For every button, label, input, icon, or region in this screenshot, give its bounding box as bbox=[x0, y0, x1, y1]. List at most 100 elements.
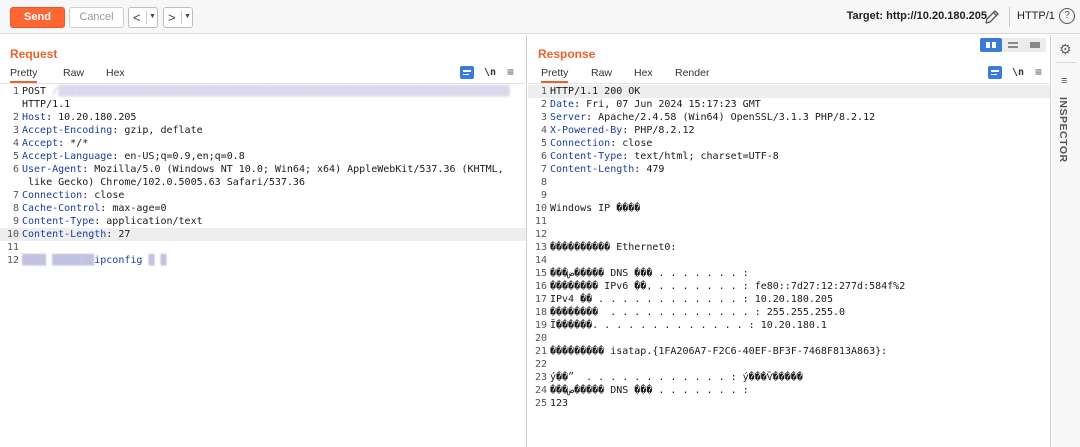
code-line[interactable]: HTTP/1.1 bbox=[0, 98, 526, 111]
code-line[interactable]: 19 Ĭ������. . . . . . . . . . . . . : 10.… bbox=[528, 319, 1050, 332]
line-segment: : max-age=0 bbox=[100, 203, 167, 214]
http-version-selector[interactable]: HTTP/1 bbox=[1017, 10, 1055, 22]
line-number: 9 bbox=[540, 190, 547, 201]
line-text: ���ض����� DNS ��� . . . . . . . : bbox=[550, 267, 749, 280]
newline-toggle-icon[interactable]: \n bbox=[1012, 66, 1026, 79]
code-line[interactable]: 11 bbox=[0, 241, 526, 254]
code-line[interactable]: 6 Content-Type: text/html; charset=UTF-8 bbox=[528, 150, 1050, 163]
code-line[interactable]: 8 Cache-Control: max-age=0 bbox=[0, 202, 526, 215]
code-line[interactable]: 20 bbox=[528, 332, 1050, 345]
message-actions-icon[interactable] bbox=[988, 66, 1002, 79]
line-segment: : close bbox=[610, 138, 653, 149]
code-line[interactable]: 23 ý��״ . . . . . . . . . . . . : ý���Ѷ��… bbox=[528, 371, 1050, 384]
layout-side-by-side-icon[interactable] bbox=[980, 38, 1002, 52]
code-line[interactable]: 16 �������� IPv6 ��ַ. . . . . . . . : fe8… bbox=[528, 280, 1050, 293]
code-line[interactable]: 9 bbox=[528, 189, 1050, 202]
line-number: 9 bbox=[12, 216, 19, 227]
line-segment: ý��״ . . . . . . . . . . . . : ý���Ѷ����… bbox=[550, 372, 803, 383]
help-icon[interactable]: ? bbox=[1059, 8, 1075, 24]
code-line[interactable]: 1 HTTP/1.1 200 OK bbox=[528, 85, 1050, 98]
line-number: 22 bbox=[534, 359, 547, 370]
line-segment: : text/html; charset=UTF-8 bbox=[622, 151, 779, 162]
code-line[interactable]: 6 User-Agent: Mozilla/5.0 (Windows NT 10.… bbox=[0, 163, 526, 176]
code-line[interactable]: 21 ��������� isatap.{1FA206A7-F2C6-40EF-B… bbox=[528, 345, 1050, 358]
code-line[interactable]: 12 ▒▒▒▒ ▒▒▒▒▒▒▒ipconfig ▒ ▒ bbox=[0, 254, 526, 267]
menu-icon[interactable]: ≡ bbox=[507, 66, 521, 79]
line-text: �������� IPv6 ��ַ. . . . . . . . : fe80:… bbox=[550, 280, 905, 293]
code-line[interactable]: 7 Connection: close bbox=[0, 189, 526, 202]
line-number: 6 bbox=[12, 164, 19, 175]
code-line[interactable]: 4 X-Powered-By: PHP/8.2.12 bbox=[528, 124, 1050, 137]
chevron-down-icon[interactable]: ▼ bbox=[184, 13, 191, 20]
header-key: Server bbox=[550, 112, 587, 123]
code-line[interactable]: 10 Windows IP ���� bbox=[528, 202, 1050, 215]
line-segment: : Apache/2.4.58 (Win64) OpenSSL/3.1.3 PH… bbox=[586, 112, 876, 123]
line-segment: ▒▒▒▒ ▒▒▒▒▒▒▒ bbox=[22, 255, 95, 266]
back-history-button[interactable]: < ▼ bbox=[128, 7, 158, 28]
tab-raw[interactable]: Raw bbox=[63, 67, 84, 79]
response-title: Response bbox=[538, 47, 596, 61]
tab-raw[interactable]: Raw bbox=[591, 67, 612, 79]
code-line[interactable]: 17 IPv4 �� . . . . . . . . . . . . : 10.2… bbox=[528, 293, 1050, 306]
code-line[interactable]: 25 123 bbox=[528, 397, 1050, 410]
code-line[interactable]: 14 bbox=[528, 254, 1050, 267]
layout-tabs-icon[interactable] bbox=[1024, 38, 1046, 52]
gear-icon[interactable]: ⚙ bbox=[1059, 41, 1072, 58]
code-line[interactable]: 22 bbox=[528, 358, 1050, 371]
line-segment: : close bbox=[82, 190, 125, 201]
code-line[interactable]: 10 Content-Length: 27 bbox=[0, 228, 526, 241]
tab-pretty[interactable]: Pretty bbox=[541, 67, 569, 83]
line-segment: : 27 bbox=[106, 229, 131, 240]
code-line[interactable]: 8 bbox=[528, 176, 1050, 189]
line-text: ���ض����� DNS ��� . . . . . . . : bbox=[550, 384, 749, 397]
code-line[interactable]: 12 bbox=[528, 228, 1050, 241]
code-line[interactable]: 5 Accept-Language: en-US;q=0.9,en;q=0.8 bbox=[0, 150, 526, 163]
code-line[interactable]: 15 ���ض����� DNS ��� . . . . . . . : bbox=[528, 267, 1050, 280]
response-editor[interactable]: 1 HTTP/1.1 200 OK 2 Date: Fri, 07 Jun 2024 … bbox=[528, 85, 1050, 447]
code-line[interactable]: 4 Accept: */* bbox=[0, 137, 526, 150]
line-text: like Gecko) Chrome/102.0.5005.63 Safari/… bbox=[22, 176, 305, 189]
tab-pretty[interactable]: Pretty bbox=[10, 67, 38, 83]
line-number: 11 bbox=[6, 242, 19, 253]
newline-toggle-icon[interactable]: \n bbox=[484, 66, 498, 79]
message-actions-icon[interactable] bbox=[460, 66, 474, 79]
menu-icon[interactable]: ≡ bbox=[1035, 66, 1049, 79]
line-number: 12 bbox=[6, 255, 19, 266]
header-key: Cache-Control bbox=[22, 203, 101, 214]
cancel-button[interactable]: Cancel bbox=[69, 7, 124, 28]
code-line[interactable]: 3 Accept-Encoding: gzip, deflate bbox=[0, 124, 526, 137]
code-line[interactable]: 24 ���ض����� DNS ��� . . . . . . . : bbox=[528, 384, 1050, 397]
layout-stacked-icon[interactable] bbox=[1002, 38, 1024, 52]
code-line[interactable]: like Gecko) Chrome/102.0.5005.63 Safari/… bbox=[0, 176, 526, 189]
layout-toggle bbox=[980, 38, 1046, 52]
code-line[interactable]: 1 POST /▒▒▒▒▒▒▒▒▒▒▒▒▒▒▒▒▒▒▒▒▒▒▒▒▒▒▒▒▒▒▒▒▒… bbox=[0, 85, 526, 98]
code-line[interactable]: 13 ���������� Ethernet0: bbox=[528, 241, 1050, 254]
tab-render[interactable]: Render bbox=[675, 67, 709, 79]
code-line[interactable]: 5 Connection: close bbox=[528, 137, 1050, 150]
chevron-down-icon[interactable]: ▼ bbox=[149, 13, 156, 20]
line-segment: POST bbox=[22, 86, 53, 97]
request-editor[interactable]: 1 POST /▒▒▒▒▒▒▒▒▒▒▒▒▒▒▒▒▒▒▒▒▒▒▒▒▒▒▒▒▒▒▒▒▒… bbox=[0, 85, 526, 447]
code-line[interactable]: 7 Content-Length: 479 bbox=[528, 163, 1050, 176]
code-line[interactable]: 11 bbox=[528, 215, 1050, 228]
inspector-label[interactable]: INSPECTOR bbox=[1057, 97, 1069, 163]
tab-hex[interactable]: Hex bbox=[634, 67, 653, 79]
code-line[interactable]: 3 Server: Apache/2.4.58 (Win64) OpenSSL/3… bbox=[528, 111, 1050, 124]
line-segment: ���ض����� DNS ��� . . . . . . . : bbox=[550, 385, 749, 396]
code-line[interactable]: 2 Host: 10.20.180.205 bbox=[0, 111, 526, 124]
send-button[interactable]: Send bbox=[10, 7, 65, 28]
header-key: Host bbox=[22, 112, 47, 123]
code-line[interactable]: 18 �������� . . . . . . . . . . . . : 255… bbox=[528, 306, 1050, 319]
toolbar: Send Cancel < ▼ > ▼ Target: http://10.20… bbox=[0, 0, 1080, 34]
edit-target-icon[interactable] bbox=[983, 8, 1001, 26]
line-segment: ���ض����� DNS ��� . . . . . . . : bbox=[550, 268, 749, 279]
line-text: X-Powered-By: PHP/8.2.12 bbox=[550, 124, 695, 137]
tab-hex[interactable]: Hex bbox=[106, 67, 125, 79]
code-line[interactable]: 9 Content-Type: application/text bbox=[0, 215, 526, 228]
code-line[interactable]: 2 Date: Fri, 07 Jun 2024 15:17:23 GMT bbox=[528, 98, 1050, 111]
inspector-lines-icon[interactable]: ≡ bbox=[1061, 75, 1067, 87]
forward-history-button[interactable]: > ▼ bbox=[163, 7, 193, 28]
line-number: 21 bbox=[534, 346, 547, 357]
line-segment: : 10.20.180.205 bbox=[46, 112, 137, 123]
line-number: 6 bbox=[540, 151, 547, 162]
